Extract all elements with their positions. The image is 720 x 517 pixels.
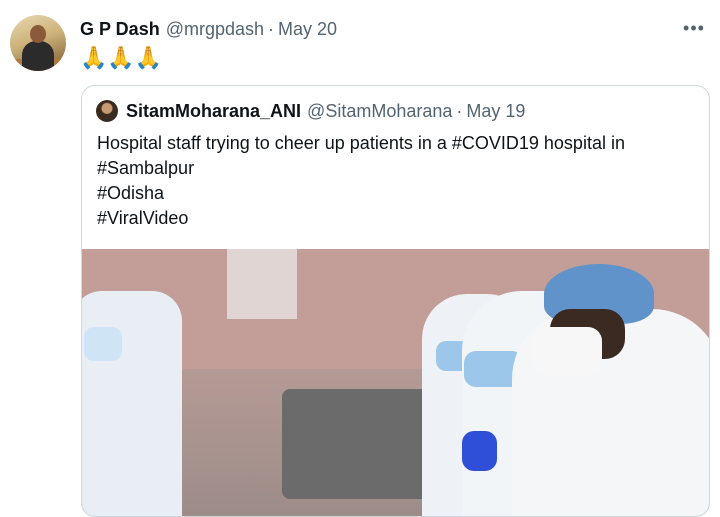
ppe-suit-left — [82, 291, 182, 516]
mask-left — [84, 327, 122, 361]
quoted-tweet[interactable]: SitamMoharana_ANI @SitamMoharana · May 1… — [81, 85, 710, 517]
quoted-author-handle[interactable]: @SitamMoharana — [307, 101, 452, 122]
mask-right — [532, 327, 602, 375]
more-horizontal-icon[interactable]: ••• — [682, 16, 706, 40]
hashtag-sambalpur[interactable]: #Sambalpur — [97, 156, 625, 181]
tweet-text: 🙏🙏🙏 — [80, 45, 163, 70]
avatar-person-shape — [22, 41, 54, 71]
quoted-author-name[interactable]: SitamMoharana_ANI — [126, 101, 301, 122]
window-shape — [227, 249, 297, 319]
author-name[interactable]: G P Dash — [80, 19, 160, 40]
author-avatar[interactable] — [10, 15, 66, 71]
quoted-text-line: Hospital staff trying to cheer up patien… — [97, 133, 625, 153]
glove-shape — [462, 431, 497, 471]
quoted-tweet-header: SitamMoharana_ANI @SitamMoharana · May 1… — [96, 100, 525, 122]
quoted-tweet-text: Hospital staff trying to cheer up patien… — [97, 131, 625, 231]
separator: · — [268, 18, 275, 39]
author-handle[interactable]: @mrgpdash — [166, 19, 264, 40]
tweet-date[interactable]: May 20 — [278, 19, 337, 40]
quoted-author-avatar[interactable] — [96, 100, 118, 122]
hashtag-viralvideo[interactable]: #ViralVideo — [97, 206, 625, 231]
hashtag-odisha[interactable]: #Odisha — [97, 181, 625, 206]
video-media[interactable] — [82, 249, 709, 516]
avatar-face-shape — [30, 25, 46, 43]
quoted-tweet-date[interactable]: May 19 — [466, 101, 525, 122]
quoted-separator: · — [456, 100, 463, 121]
tweet-header: G P Dash @mrgpdash · May 20 — [80, 18, 337, 40]
